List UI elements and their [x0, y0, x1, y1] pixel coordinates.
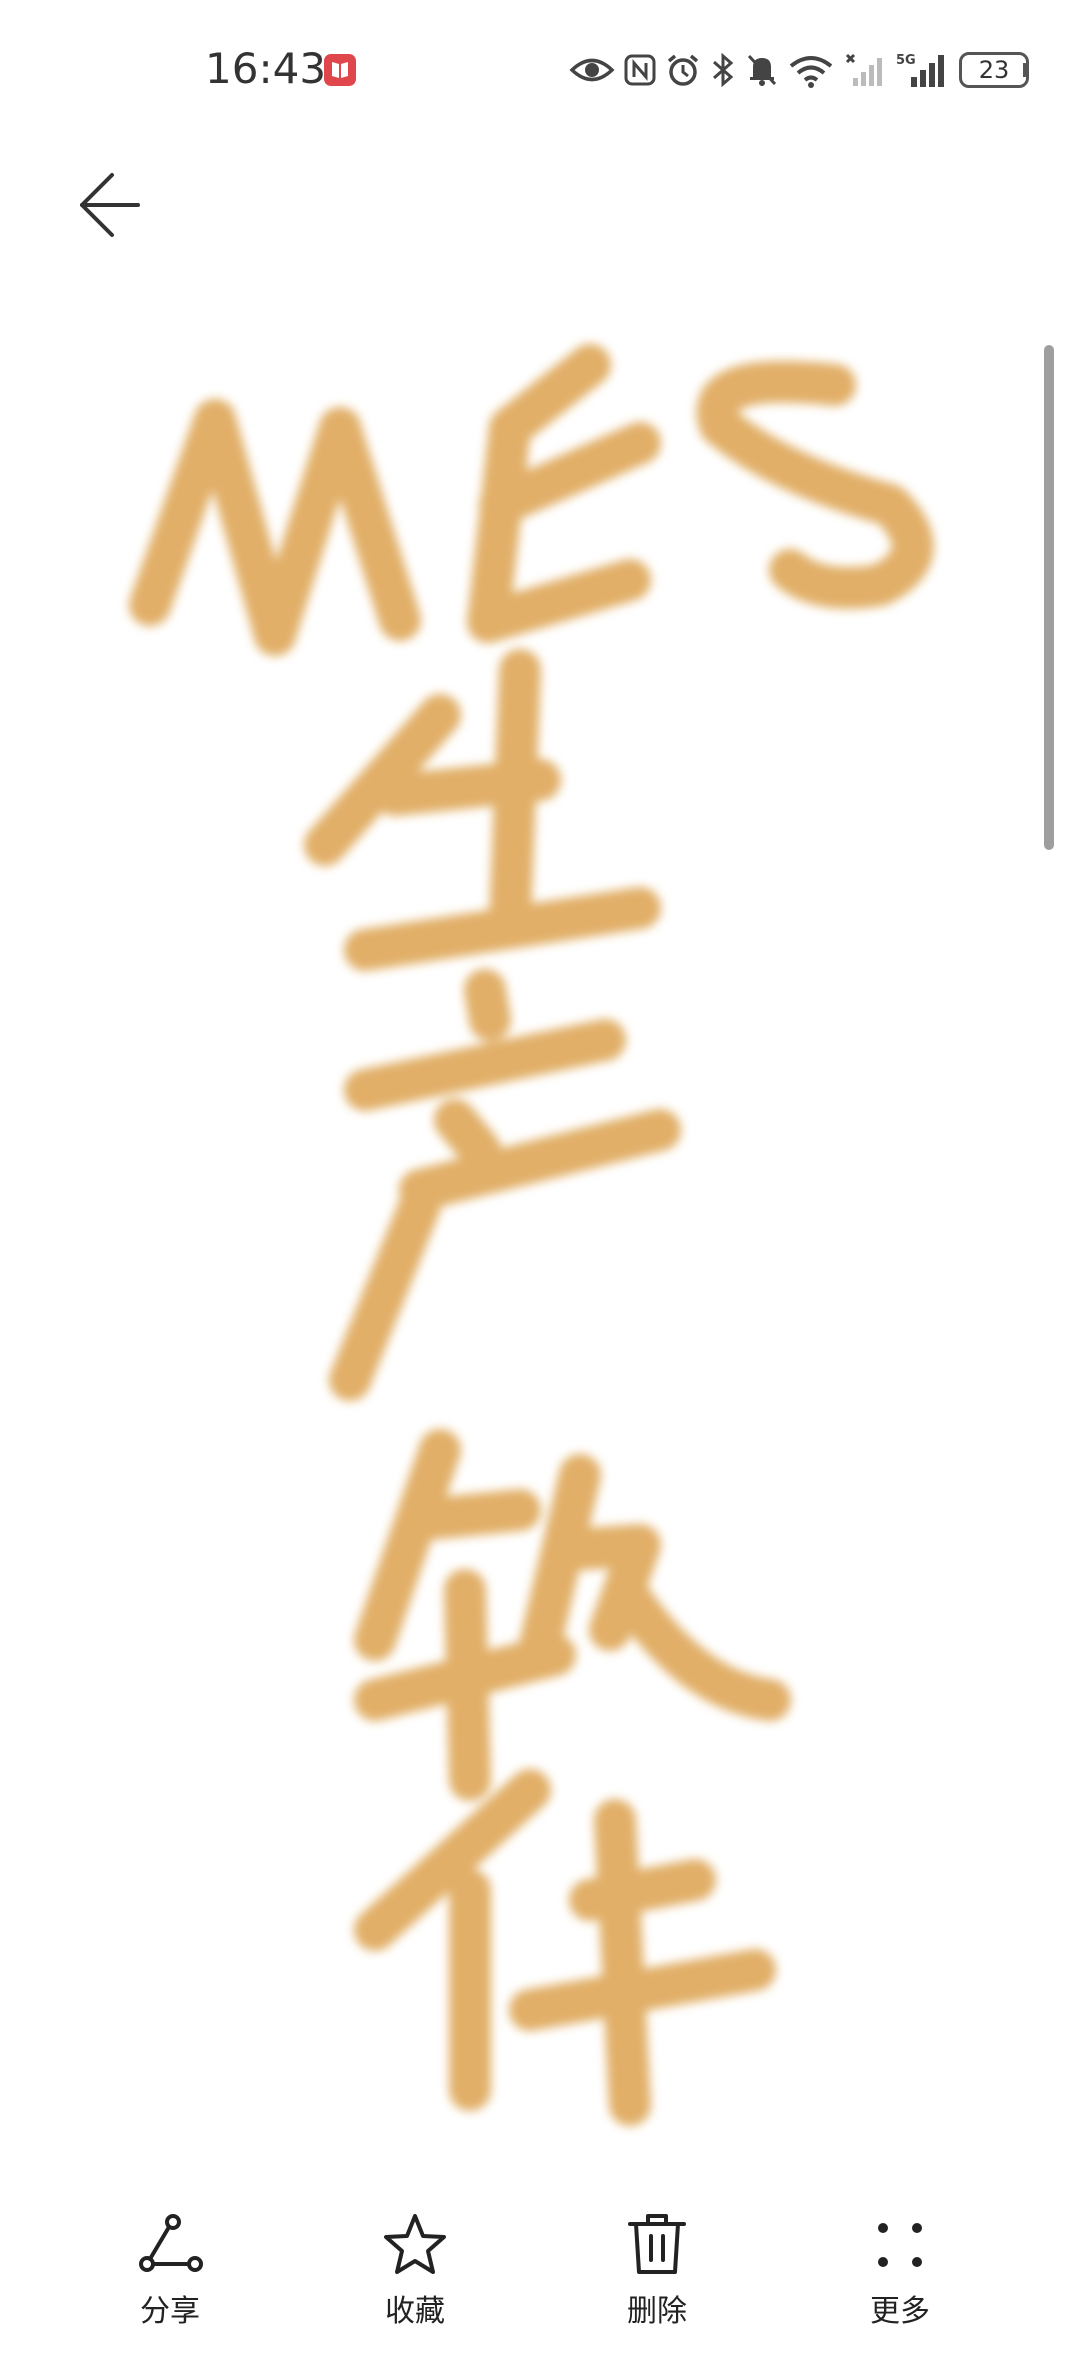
favorite-button[interactable]: 收藏 — [335, 2210, 495, 2350]
back-button[interactable] — [60, 165, 150, 245]
status-icons: 5G 23 — [569, 48, 1029, 92]
trash-icon — [628, 2214, 686, 2274]
nfc-icon — [624, 54, 656, 86]
eye-comfort-icon — [569, 58, 615, 82]
wifi-icon — [789, 56, 833, 88]
battery-level: 23 — [959, 52, 1029, 88]
share-icon — [139, 2214, 203, 2272]
dots-icon — [878, 2223, 922, 2267]
drawing-canvas[interactable] — [0, 250, 1080, 2170]
battery-indicator: 23 — [959, 52, 1029, 88]
more-label: 更多 — [870, 2294, 930, 2329]
favorite-label: 收藏 — [385, 2294, 445, 2329]
more-button[interactable]: 更多 — [820, 2210, 980, 2350]
share-label: 分享 — [140, 2294, 200, 2329]
star-icon — [384, 2214, 446, 2274]
svg-text:5G: 5G — [896, 53, 916, 68]
mute-icon — [747, 54, 777, 86]
signal-sim1-icon — [845, 53, 882, 86]
delete-label: 删除 — [627, 2294, 687, 2329]
red-book-app-icon — [324, 54, 356, 86]
status-time: 16:43 — [205, 44, 327, 93]
alarm-icon — [667, 54, 699, 86]
signal-5g-icon: 5G — [896, 53, 944, 87]
arrow-left-icon — [80, 173, 140, 237]
scrollbar[interactable] — [1044, 345, 1054, 850]
status-bar: 16:43 5G 23 — [0, 0, 1080, 140]
share-button[interactable]: 分享 — [90, 2210, 250, 2350]
handwritten-strokes — [129, 344, 934, 2126]
bluetooth-icon — [713, 52, 734, 88]
bottom-toolbar: 分享 收藏 删除 更多 — [0, 2210, 1080, 2376]
delete-button[interactable]: 删除 — [577, 2210, 737, 2350]
